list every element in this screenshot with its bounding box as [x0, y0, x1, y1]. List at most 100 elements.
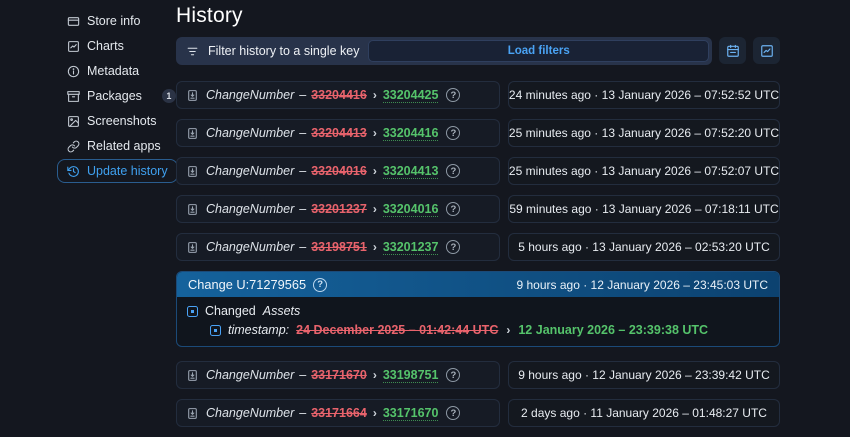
change-key: ChangeNumber [206, 368, 295, 382]
timestamp-pill: 25 minutes ago · 13 January 2026 – 07:52… [508, 157, 780, 185]
file-diff-icon [186, 241, 199, 254]
question-icon[interactable]: ? [446, 126, 461, 140]
new-change-number[interactable]: 33204413 [382, 164, 439, 179]
sidebar-item-packages[interactable]: Packages 1 [57, 84, 186, 108]
new-change-number[interactable]: 33204416 [382, 126, 439, 141]
change-key: ChangeNumber [206, 202, 295, 216]
change-section-timestamp: 9 hours ago · 12 January 2026 – 23:45:03… [516, 277, 769, 292]
file-diff-icon [186, 203, 199, 216]
question-icon[interactable]: ? [313, 277, 328, 292]
arrow-separator: › [372, 88, 377, 102]
line-chart-icon [760, 44, 774, 58]
changed-assets-line: Changed Assets [187, 304, 769, 318]
old-change-number: 33198751 [311, 240, 367, 254]
main-content: History Filter history to a single key L… [176, 0, 780, 437]
calendar-icon [726, 44, 740, 58]
file-diff-icon [186, 89, 199, 102]
change-row: ChangeNumber – 33198751 › 33201237 ? 5 h… [176, 233, 780, 261]
question-icon[interactable]: ? [446, 368, 461, 382]
timestamp-pill: 9 hours ago · 12 January 2026 – 23:39:42… [508, 361, 780, 389]
new-timestamp-value: 12 January 2026 – 23:39:38 UTC [518, 323, 709, 337]
calendar-button[interactable] [719, 37, 746, 64]
changed-label: Changed [205, 304, 256, 318]
timestamp-pill: 24 minutes ago · 13 January 2026 – 07:52… [508, 81, 780, 109]
screenshots-icon [67, 115, 80, 128]
arrow-separator: › [506, 323, 511, 337]
change-key: ChangeNumber [206, 240, 295, 254]
old-change-number: 33171664 [311, 406, 367, 420]
change-row: ChangeNumber – 33201237 › 33204016 ? 59 … [176, 195, 780, 223]
timestamp-pill: 2 days ago · 11 January 2026 – 01:48:27 … [508, 399, 780, 427]
change-row-main: ChangeNumber – 33198751 › 33201237 ? [176, 233, 500, 261]
file-diff-icon [186, 407, 199, 420]
change-row: ChangeNumber – 33204416 › 33204425 ? 24 … [176, 81, 780, 109]
arrow-separator: › [372, 406, 377, 420]
link-icon [67, 140, 80, 153]
arrow-separator: › [372, 202, 377, 216]
sidebar-item-label: Charts [87, 39, 124, 53]
old-change-number: 33204413 [311, 126, 367, 140]
highlighted-change-section: Change U:71279565 ? 9 hours ago · 12 Jan… [176, 271, 780, 347]
change-row: ChangeNumber – 33171664 › 33171670 ? 2 d… [176, 399, 780, 427]
sidebar-item-label: Related apps [87, 139, 161, 153]
load-filters-button[interactable]: Load filters [368, 40, 709, 62]
timestamp-pill: 25 minutes ago · 13 January 2026 – 07:52… [508, 119, 780, 147]
storefront-icon [67, 15, 80, 28]
timestamp-diff-line: timestamp: 24 December 2025 – 01:42:44 U… [210, 323, 769, 337]
filter-icon [186, 45, 199, 58]
diff-key: timestamp: [228, 323, 290, 337]
key-separator: – [299, 368, 307, 382]
arrow-separator: › [372, 126, 377, 140]
change-section-body: Changed Assets timestamp: 24 December 20… [177, 297, 779, 346]
change-row-main: ChangeNumber – 33204016 › 33204413 ? [176, 157, 500, 185]
old-change-number: 33171670 [311, 368, 367, 382]
change-row-main: ChangeNumber – 33171664 › 33171670 ? [176, 399, 500, 427]
new-change-number[interactable]: 33198751 [382, 368, 439, 383]
change-key: ChangeNumber [206, 406, 295, 420]
sidebar-item-related-apps[interactable]: Related apps [57, 134, 171, 158]
old-change-number: 33204416 [311, 88, 367, 102]
question-icon[interactable]: ? [446, 164, 461, 178]
arrow-separator: › [372, 164, 377, 178]
sidebar-item-charts[interactable]: Charts [57, 34, 134, 58]
change-row: ChangeNumber – 33171670 › 33198751 ? 9 h… [176, 361, 780, 389]
timestamp-pill: 59 minutes ago · 13 January 2026 – 07:18… [508, 195, 780, 223]
key-separator: – [299, 240, 307, 254]
sidebar-item-update-history[interactable]: Update history [57, 159, 178, 183]
change-row-main: ChangeNumber – 33171670 › 33198751 ? [176, 361, 500, 389]
change-row-main: ChangeNumber – 33204416 › 33204425 ? [176, 81, 500, 109]
chart-view-button[interactable] [753, 37, 780, 64]
new-change-number[interactable]: 33171670 [382, 406, 439, 421]
arrow-separator: › [372, 368, 377, 382]
sidebar-item-store-info[interactable]: Store info [57, 9, 151, 33]
sidebar-item-label: Store info [87, 14, 141, 28]
question-icon[interactable]: ? [446, 202, 461, 216]
packages-icon [67, 90, 80, 103]
history-toolbar: Filter history to a single key Load filt… [176, 37, 780, 65]
page-title: History [176, 4, 243, 27]
change-row: ChangeNumber – 33204016 › 33204413 ? 25 … [176, 157, 780, 185]
sidebar-item-label: Update history [87, 164, 168, 178]
change-row-main: ChangeNumber – 33201237 › 33204016 ? [176, 195, 500, 223]
sidebar-item-label: Metadata [87, 64, 140, 78]
filter-label: Filter history to a single key [208, 44, 360, 58]
arrow-separator: › [372, 240, 377, 254]
new-change-number[interactable]: 33204425 [382, 88, 439, 103]
question-icon[interactable]: ? [446, 240, 461, 254]
sidebar-item-screenshots[interactable]: Screenshots [57, 109, 166, 133]
new-change-number[interactable]: 33204016 [382, 202, 439, 217]
info-icon [67, 65, 80, 78]
history-icon [67, 165, 80, 178]
chart-icon [67, 40, 80, 53]
change-row-main: ChangeNumber – 33204413 › 33204416 ? [176, 119, 500, 147]
file-diff-icon [186, 369, 199, 382]
change-key: ChangeNumber [206, 88, 295, 102]
new-change-number[interactable]: 33201237 [382, 240, 439, 255]
collapse-toggle-icon[interactable] [187, 305, 198, 317]
sidebar-item-metadata[interactable]: Metadata [57, 59, 149, 83]
sidebar-item-label: Packages [87, 89, 142, 103]
question-icon[interactable]: ? [446, 88, 461, 102]
key-separator: – [299, 88, 307, 102]
question-icon[interactable]: ? [446, 406, 461, 420]
collapse-toggle-icon[interactable] [210, 324, 221, 336]
